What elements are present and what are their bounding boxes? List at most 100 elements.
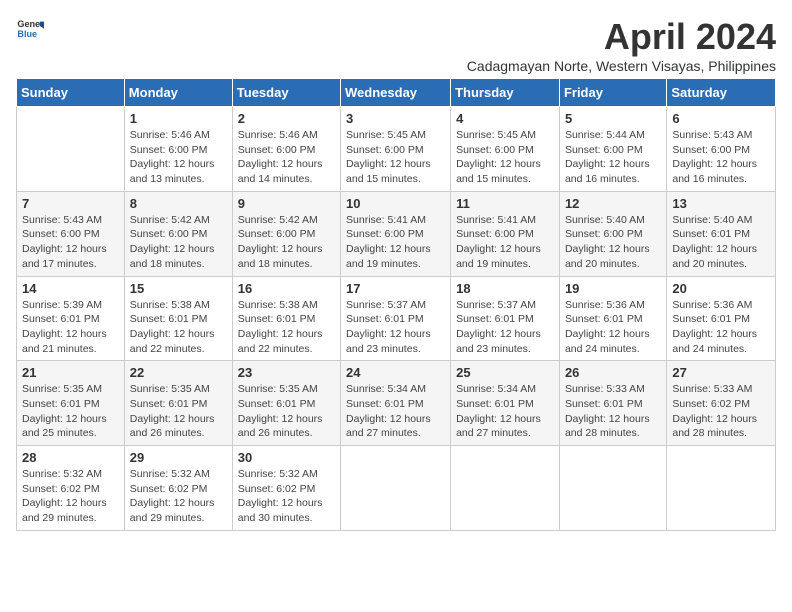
generalblue-logo-icon: General Blue <box>16 16 44 44</box>
calendar-cell: 9 Sunrise: 5:42 AMSunset: 6:00 PMDaylight… <box>232 191 340 276</box>
day-info: Sunrise: 5:42 AMSunset: 6:00 PMDaylight:… <box>130 213 227 272</box>
day-number: 23 <box>238 365 335 380</box>
day-number: 13 <box>672 196 770 211</box>
day-info: Sunrise: 5:40 AMSunset: 6:01 PMDaylight:… <box>672 213 770 272</box>
day-info: Sunrise: 5:39 AMSunset: 6:01 PMDaylight:… <box>22 298 119 357</box>
day-number: 19 <box>565 281 661 296</box>
calendar-cell: 21 Sunrise: 5:35 AMSunset: 6:01 PMDayligh… <box>17 361 125 446</box>
calendar-cell: 26 Sunrise: 5:33 AMSunset: 6:01 PMDayligh… <box>559 361 666 446</box>
calendar-cell: 13 Sunrise: 5:40 AMSunset: 6:01 PMDayligh… <box>667 191 776 276</box>
week-row-1: 1 Sunrise: 5:46 AMSunset: 6:00 PMDaylight… <box>17 107 776 192</box>
day-number: 24 <box>346 365 445 380</box>
day-info: Sunrise: 5:41 AMSunset: 6:00 PMDaylight:… <box>456 213 554 272</box>
day-info: Sunrise: 5:41 AMSunset: 6:00 PMDaylight:… <box>346 213 445 272</box>
page-header: General Blue April 2024 Cadagmayan Norte… <box>16 16 776 74</box>
day-number: 30 <box>238 450 335 465</box>
title-block: April 2024 Cadagmayan Norte, Western Vis… <box>467 16 776 74</box>
calendar-cell: 6 Sunrise: 5:43 AMSunset: 6:00 PMDaylight… <box>667 107 776 192</box>
location-subtitle: Cadagmayan Norte, Western Visayas, Phili… <box>467 58 776 74</box>
day-number: 20 <box>672 281 770 296</box>
calendar-cell: 23 Sunrise: 5:35 AMSunset: 6:01 PMDayligh… <box>232 361 340 446</box>
calendar-cell: 11 Sunrise: 5:41 AMSunset: 6:00 PMDayligh… <box>451 191 560 276</box>
calendar-cell <box>451 446 560 531</box>
day-info: Sunrise: 5:32 AMSunset: 6:02 PMDaylight:… <box>130 467 227 526</box>
weekday-header-wednesday: Wednesday <box>341 79 451 107</box>
day-number: 18 <box>456 281 554 296</box>
day-number: 22 <box>130 365 227 380</box>
day-info: Sunrise: 5:33 AMSunset: 6:01 PMDaylight:… <box>565 382 661 441</box>
day-info: Sunrise: 5:34 AMSunset: 6:01 PMDaylight:… <box>346 382 445 441</box>
day-number: 4 <box>456 111 554 126</box>
weekday-header-saturday: Saturday <box>667 79 776 107</box>
weekday-header-friday: Friday <box>559 79 666 107</box>
day-info: Sunrise: 5:34 AMSunset: 6:01 PMDaylight:… <box>456 382 554 441</box>
calendar-cell: 29 Sunrise: 5:32 AMSunset: 6:02 PMDayligh… <box>124 446 232 531</box>
calendar-cell: 17Sunrise: 5:37 AMSunset: 6:01 PMDayligh… <box>341 276 451 361</box>
day-number: 21 <box>22 365 119 380</box>
day-info: Sunrise: 5:36 AMSunset: 6:01 PMDaylight:… <box>672 298 770 357</box>
calendar-cell: 4 Sunrise: 5:45 AMSunset: 6:00 PMDaylight… <box>451 107 560 192</box>
day-info: Sunrise: 5:37 AMSunset: 6:01 PMDaylight:… <box>456 298 554 357</box>
day-number: 1 <box>130 111 227 126</box>
day-info: Sunrise: 5:32 AMSunset: 6:02 PMDaylight:… <box>22 467 119 526</box>
day-info: Sunrise: 5:38 AMSunset: 6:01 PMDaylight:… <box>130 298 227 357</box>
day-number: 15 <box>130 281 227 296</box>
calendar-cell: 8Sunrise: 5:42 AMSunset: 6:00 PMDaylight… <box>124 191 232 276</box>
logo: General Blue <box>16 16 44 44</box>
calendar-cell <box>17 107 125 192</box>
calendar-cell: 16 Sunrise: 5:38 AMSunset: 6:01 PMDayligh… <box>232 276 340 361</box>
day-number: 26 <box>565 365 661 380</box>
day-number: 12 <box>565 196 661 211</box>
day-number: 28 <box>22 450 119 465</box>
week-row-4: 21 Sunrise: 5:35 AMSunset: 6:01 PMDayligh… <box>17 361 776 446</box>
day-info: Sunrise: 5:46 AMSunset: 6:00 PMDaylight:… <box>238 128 335 187</box>
calendar-cell: 5Sunrise: 5:44 AMSunset: 6:00 PMDaylight… <box>559 107 666 192</box>
calendar-cell: 7 Sunrise: 5:43 AMSunset: 6:00 PMDaylight… <box>17 191 125 276</box>
calendar-cell <box>667 446 776 531</box>
day-info: Sunrise: 5:40 AMSunset: 6:00 PMDaylight:… <box>565 213 661 272</box>
day-number: 11 <box>456 196 554 211</box>
day-info: Sunrise: 5:37 AMSunset: 6:01 PMDaylight:… <box>346 298 445 357</box>
day-number: 14 <box>22 281 119 296</box>
weekday-header-row: SundayMondayTuesdayWednesdayThursdayFrid… <box>17 79 776 107</box>
weekday-header-thursday: Thursday <box>451 79 560 107</box>
calendar-cell: 14 Sunrise: 5:39 AMSunset: 6:01 PMDayligh… <box>17 276 125 361</box>
day-number: 2 <box>238 111 335 126</box>
day-info: Sunrise: 5:35 AMSunset: 6:01 PMDaylight:… <box>238 382 335 441</box>
day-number: 7 <box>22 196 119 211</box>
calendar-cell: 24 Sunrise: 5:34 AMSunset: 6:01 PMDayligh… <box>341 361 451 446</box>
calendar-cell <box>341 446 451 531</box>
weekday-header-monday: Monday <box>124 79 232 107</box>
month-title: April 2024 <box>467 16 776 58</box>
day-info: Sunrise: 5:42 AMSunset: 6:00 PMDaylight:… <box>238 213 335 272</box>
day-number: 29 <box>130 450 227 465</box>
calendar-cell: 28 Sunrise: 5:32 AMSunset: 6:02 PMDayligh… <box>17 446 125 531</box>
day-number: 6 <box>672 111 770 126</box>
calendar-cell: 15 Sunrise: 5:38 AMSunset: 6:01 PMDayligh… <box>124 276 232 361</box>
calendar-cell: 19 Sunrise: 5:36 AMSunset: 6:01 PMDayligh… <box>559 276 666 361</box>
day-info: Sunrise: 5:44 AMSunset: 6:00 PMDaylight:… <box>565 128 661 187</box>
day-number: 16 <box>238 281 335 296</box>
day-info: Sunrise: 5:36 AMSunset: 6:01 PMDaylight:… <box>565 298 661 357</box>
calendar-cell: 30Sunrise: 5:32 AMSunset: 6:02 PMDayligh… <box>232 446 340 531</box>
week-row-3: 14 Sunrise: 5:39 AMSunset: 6:01 PMDayligh… <box>17 276 776 361</box>
day-number: 9 <box>238 196 335 211</box>
svg-text:Blue: Blue <box>17 29 37 39</box>
week-row-2: 7 Sunrise: 5:43 AMSunset: 6:00 PMDaylight… <box>17 191 776 276</box>
day-info: Sunrise: 5:43 AMSunset: 6:00 PMDaylight:… <box>22 213 119 272</box>
day-info: Sunrise: 5:35 AMSunset: 6:01 PMDaylight:… <box>22 382 119 441</box>
weekday-header-tuesday: Tuesday <box>232 79 340 107</box>
calendar-cell: 22Sunrise: 5:35 AMSunset: 6:01 PMDayligh… <box>124 361 232 446</box>
calendar-table: SundayMondayTuesdayWednesdayThursdayFrid… <box>16 78 776 531</box>
day-info: Sunrise: 5:38 AMSunset: 6:01 PMDaylight:… <box>238 298 335 357</box>
day-info: Sunrise: 5:43 AMSunset: 6:00 PMDaylight:… <box>672 128 770 187</box>
day-info: Sunrise: 5:45 AMSunset: 6:00 PMDaylight:… <box>346 128 445 187</box>
weekday-header-sunday: Sunday <box>17 79 125 107</box>
calendar-cell: 18 Sunrise: 5:37 AMSunset: 6:01 PMDayligh… <box>451 276 560 361</box>
calendar-cell: 2 Sunrise: 5:46 AMSunset: 6:00 PMDaylight… <box>232 107 340 192</box>
calendar-cell: 20 Sunrise: 5:36 AMSunset: 6:01 PMDayligh… <box>667 276 776 361</box>
day-info: Sunrise: 5:45 AMSunset: 6:00 PMDaylight:… <box>456 128 554 187</box>
calendar-cell: 25Sunrise: 5:34 AMSunset: 6:01 PMDayligh… <box>451 361 560 446</box>
calendar-cell: 3 Sunrise: 5:45 AMSunset: 6:00 PMDaylight… <box>341 107 451 192</box>
day-number: 3 <box>346 111 445 126</box>
